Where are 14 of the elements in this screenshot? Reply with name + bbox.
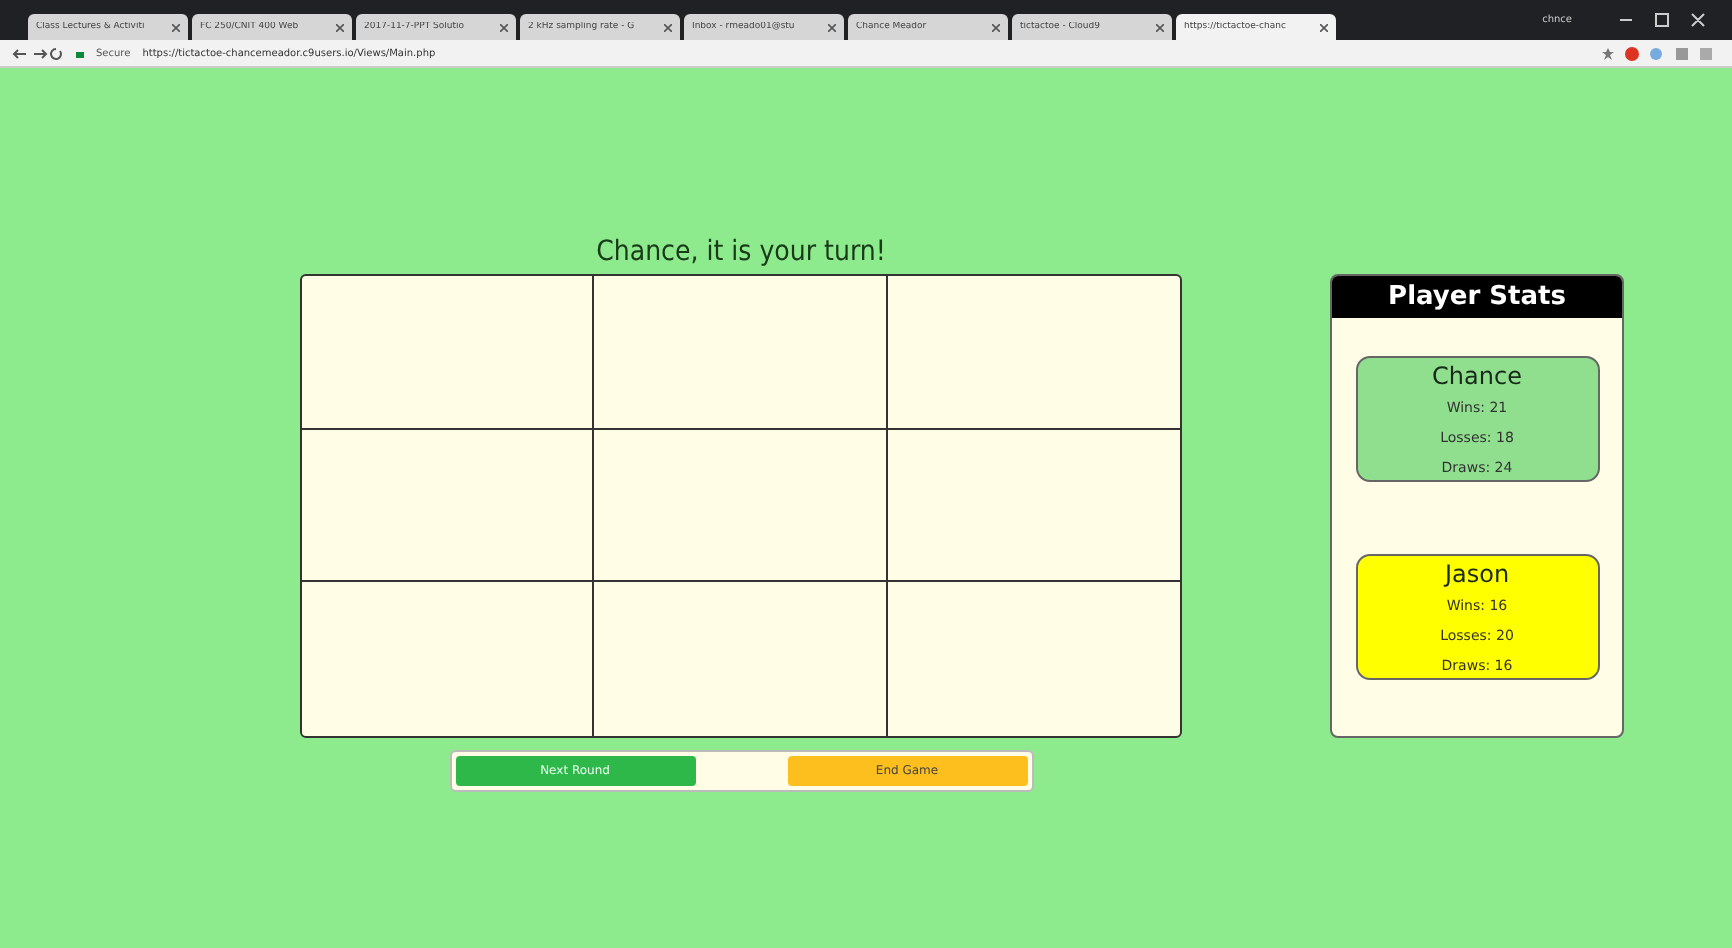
panel-title: Player Stats [1332, 276, 1622, 318]
close-icon[interactable] [664, 23, 672, 31]
close-icon[interactable] [1320, 23, 1328, 31]
close-icon[interactable] [992, 23, 1000, 31]
close-icon[interactable] [336, 23, 344, 31]
lock-icon [76, 48, 84, 58]
close-icon[interactable] [1156, 23, 1164, 31]
player-name: Chance [1432, 362, 1522, 390]
nav-arrows-icon[interactable] [12, 45, 64, 61]
player-name: Jason [1444, 560, 1510, 588]
close-icon[interactable] [500, 23, 508, 31]
close-icon[interactable] [172, 23, 180, 31]
close-icon[interactable] [828, 23, 836, 31]
turn-status: Chance, it is your turn! [596, 234, 886, 272]
